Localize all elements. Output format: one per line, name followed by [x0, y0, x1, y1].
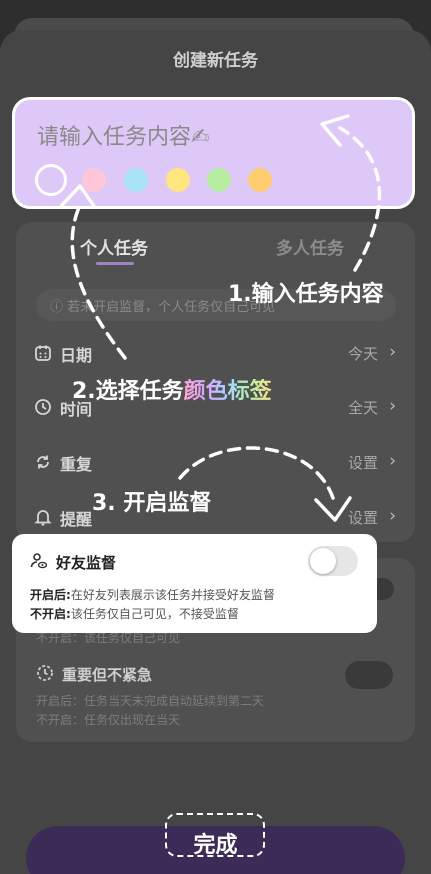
important-not-urgent-toggle[interactable]: [345, 661, 393, 689]
repeat-icon: [37, 455, 49, 469]
bell-icon: [34, 510, 52, 526]
chevron-right-icon: ›: [389, 451, 396, 471]
friend-supervision-off-desc: 不开启:该任务仅自己可见，不接受监督: [30, 605, 239, 622]
user-eye-icon: [30, 553, 48, 569]
task-type-tabs: 个人任务 多人任务: [18, 222, 413, 272]
guide-step-2-prefix: 2.选择任务: [72, 379, 184, 404]
row-reminder-label: 提醒: [60, 510, 93, 529]
friend-supervision-title: 好友监督: [56, 554, 117, 572]
info-icon: ⓘ: [50, 300, 68, 315]
friend-supervision-card: 好友监督 开启后:在好友列表展示该任务并接受好友监督 不开启:该任务仅自己可见，…: [12, 534, 377, 633]
row-reminder[interactable]: 提醒 设置 ›: [34, 503, 396, 533]
row-repeat-label: 重复: [60, 455, 93, 474]
timer-icon: [37, 665, 53, 681]
row-date-label: 日期: [60, 346, 93, 365]
color-dot-lavender[interactable]: [39, 168, 63, 192]
row-repeat[interactable]: 重复 设置 ›: [34, 448, 396, 478]
toggle-knob: [310, 548, 336, 574]
calendar-icon: [35, 345, 51, 361]
important-not-urgent-title: 重要但不紧急: [62, 666, 153, 684]
row-reminder-value: 设置: [347, 509, 378, 527]
off-text: 该任务仅自己可见，不接受监督: [70, 607, 239, 621]
guide-step-2-highlight: 颜色标签: [183, 379, 272, 404]
task-content-placeholder: 请输入任务内容✍: [37, 125, 210, 150]
color-dot-yellow[interactable]: [166, 168, 190, 192]
task-content-input[interactable]: 请输入任务内容✍: [12, 97, 415, 209]
off-label: 不开启:: [30, 607, 71, 621]
color-dot-green[interactable]: [207, 168, 231, 192]
friend-supervision-on-desc: 开启后:在好友列表展示该任务并接受好友监督: [30, 586, 275, 603]
row-date[interactable]: 日期 今天 ›: [34, 339, 396, 369]
page-title: 创建新任务: [173, 51, 258, 71]
friend-supervision-toggle[interactable]: [308, 546, 358, 576]
guide-step-3: 3. 开启监督: [92, 491, 212, 516]
color-dot-orange[interactable]: [248, 168, 272, 192]
important-not-urgent-off-text: 不开启：任务仅出现在当天: [36, 713, 181, 727]
chevron-right-icon: ›: [389, 342, 396, 362]
important-not-urgent-on-text: 开启后：任务当天未完成自动延续到第二天: [36, 694, 265, 708]
on-text: 在好友列表展示该任务并接受好友监督: [70, 588, 275, 602]
active-tab-indicator: [96, 262, 134, 265]
chevron-right-icon: ›: [389, 506, 396, 526]
on-label: 开启后:: [30, 588, 71, 602]
chevron-right-icon: ›: [389, 396, 396, 416]
finish-button-label: 完成: [193, 833, 238, 858]
row-repeat-value: 设置: [347, 454, 378, 472]
clock-icon: [35, 399, 51, 415]
tab-multi-person-task[interactable]: 多人任务: [276, 234, 344, 259]
color-dot-pink[interactable]: [82, 168, 106, 192]
guide-step-1: 1.输入任务内容: [228, 282, 384, 307]
row-date-value: 今天: [347, 345, 378, 363]
row-time-value: 全天: [347, 399, 378, 417]
color-dot-blue[interactable]: [124, 168, 148, 192]
guide-step-2: 2.选择任务颜色标签: [72, 373, 272, 405]
tab-personal-task[interactable]: 个人任务: [80, 234, 148, 259]
